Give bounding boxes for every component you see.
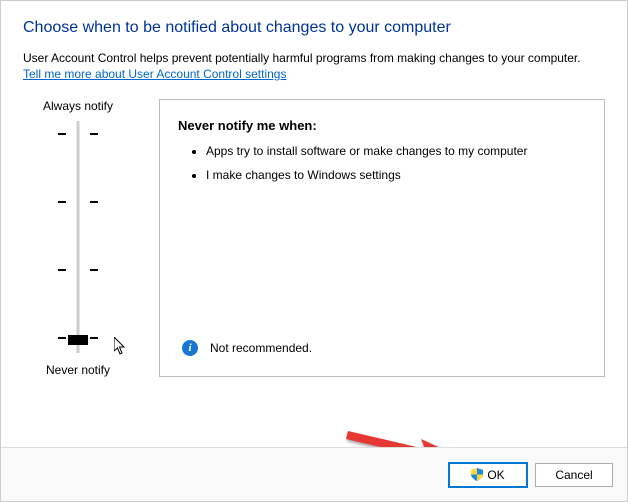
recommendation-text: Not recommended. bbox=[210, 341, 312, 355]
info-panel: Never notify me when: Apps try to instal… bbox=[159, 99, 605, 377]
cancel-button-label: Cancel bbox=[555, 468, 592, 482]
ok-button-label: OK bbox=[487, 468, 504, 482]
description: User Account Control helps prevent poten… bbox=[23, 51, 605, 65]
slider-tick bbox=[58, 133, 98, 135]
slider-top-label: Always notify bbox=[43, 99, 113, 113]
shield-icon bbox=[471, 468, 483, 481]
cursor-icon bbox=[114, 337, 130, 357]
cancel-button[interactable]: Cancel bbox=[535, 463, 613, 487]
slider-thumb[interactable] bbox=[68, 335, 88, 345]
info-bullet: I make changes to Windows settings bbox=[206, 167, 586, 183]
slider-bottom-label: Never notify bbox=[46, 363, 110, 377]
uac-slider[interactable]: Always notify Never notify bbox=[23, 99, 133, 377]
info-icon: i bbox=[182, 340, 198, 356]
ok-button[interactable]: OK bbox=[449, 463, 527, 487]
learn-more-link[interactable]: Tell me more about User Account Control … bbox=[23, 67, 286, 81]
info-bullet: Apps try to install software or make cha… bbox=[206, 143, 586, 159]
info-heading: Never notify me when: bbox=[178, 118, 586, 133]
slider-track bbox=[77, 121, 80, 353]
dialog-footer: OK Cancel bbox=[1, 447, 627, 501]
slider-tick bbox=[58, 201, 98, 203]
page-title: Choose when to be notified about changes… bbox=[23, 19, 605, 37]
slider-tick bbox=[58, 269, 98, 271]
